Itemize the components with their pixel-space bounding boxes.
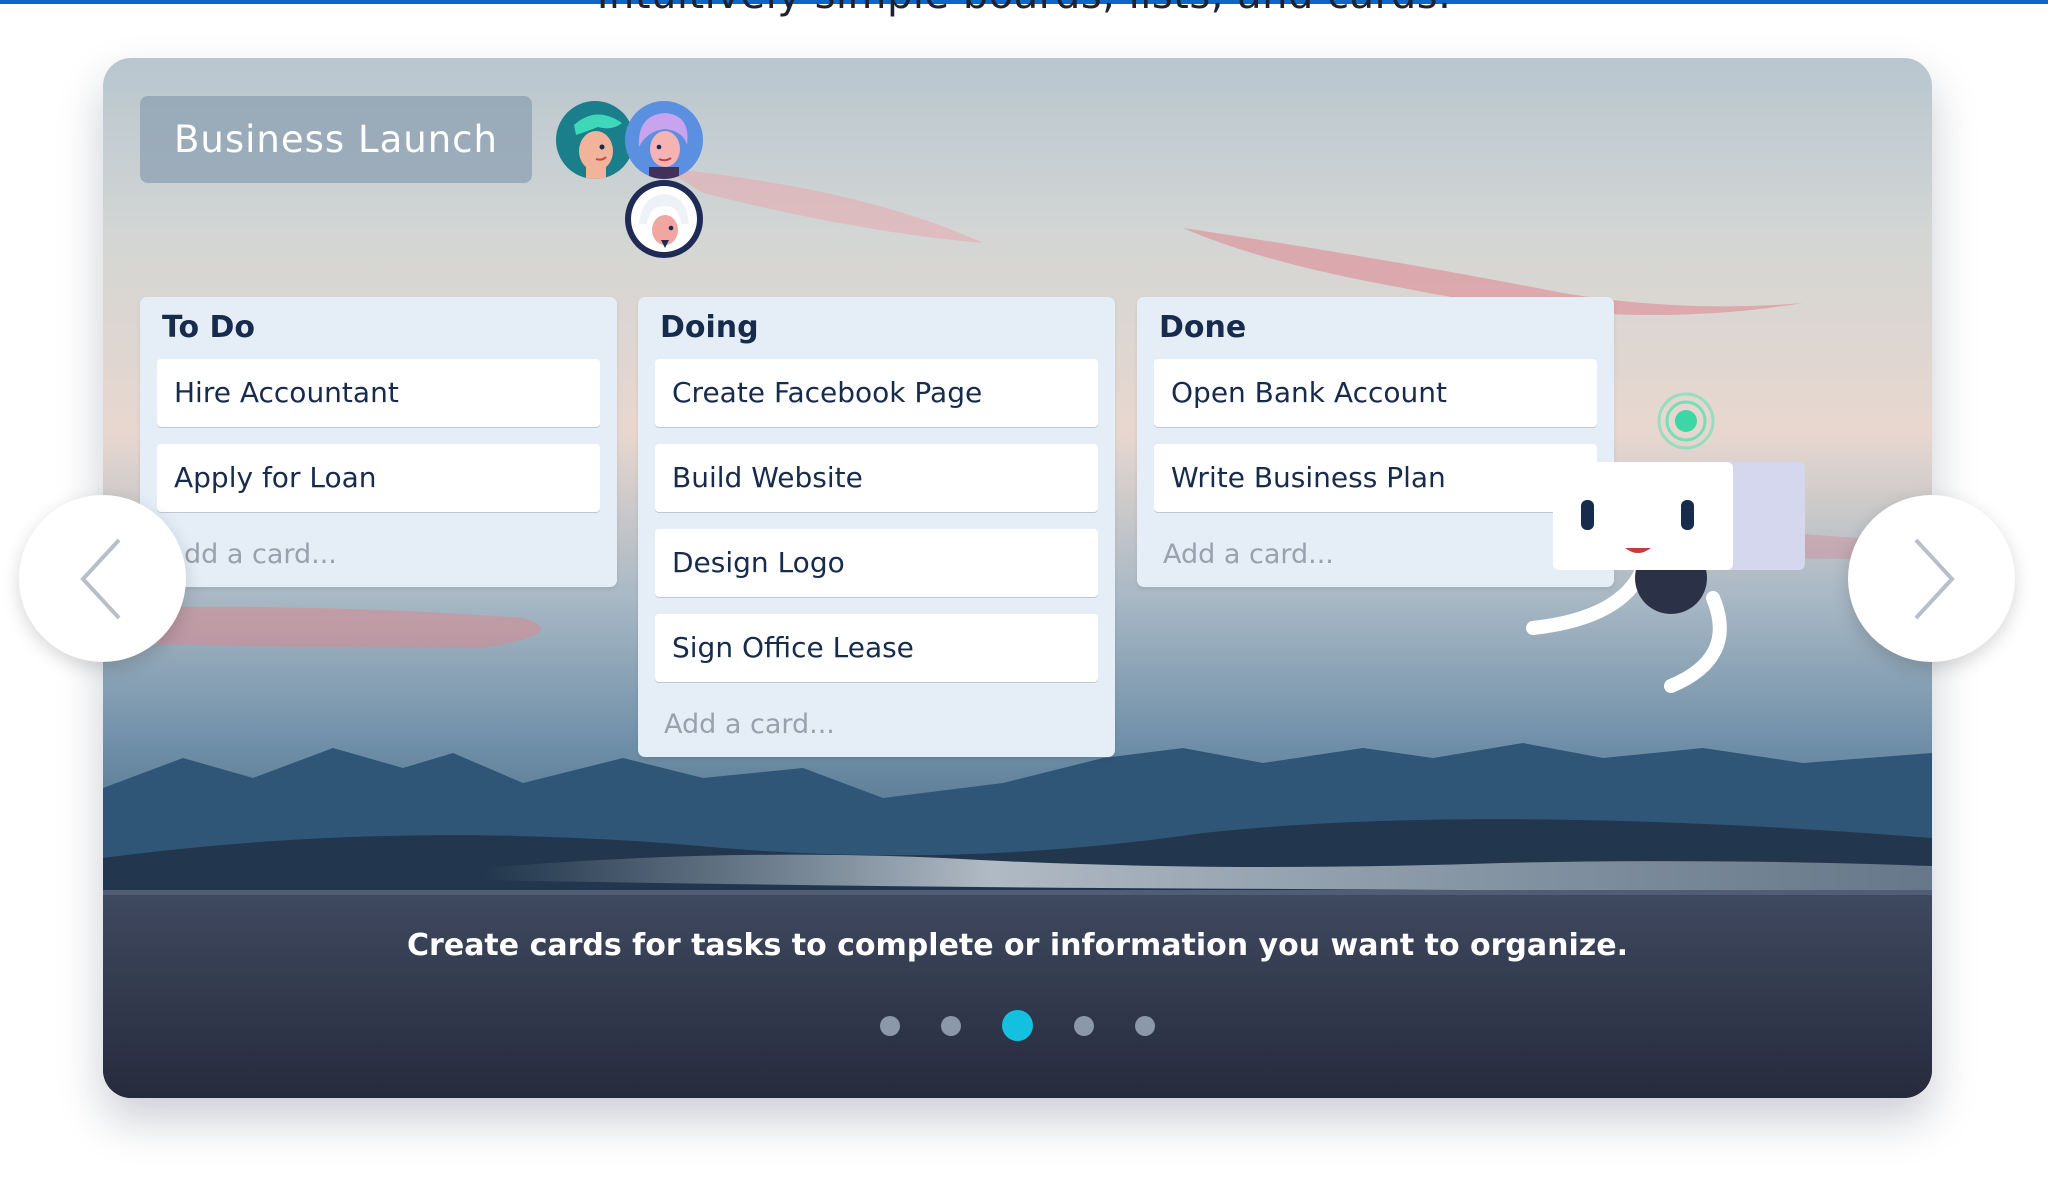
member-avatar-teal[interactable] [556,101,634,179]
card-hire-accountant[interactable]: Hire Accountant [157,359,600,427]
chevron-left-icon [79,538,120,619]
add-card-link[interactable]: Add a card... [638,699,1115,757]
add-card-link[interactable]: Add a card... [140,529,617,587]
pagination-dot-3[interactable] [1002,1010,1033,1041]
teal-hair-avatar-icon [556,101,634,179]
list-title: Doing [660,310,759,345]
list-title: Done [1159,310,1247,345]
card-open-bank-account[interactable]: Open Bank Account [1154,359,1597,427]
member-avatar-purple[interactable] [625,101,703,179]
pagination-dot-2[interactable] [941,1015,961,1036]
card-apply-for-loan[interactable]: Apply for Loan [157,444,600,512]
previous-slide-button[interactable] [19,495,186,662]
pagination-dot-1[interactable] [880,1015,900,1036]
carousel-pagination [103,1010,1932,1041]
board-title[interactable]: Business Launch [140,96,532,183]
card-sign-office-lease[interactable]: Sign Office Lease [655,614,1098,682]
helmet-avatar-icon [625,180,703,258]
card-write-business-plan[interactable]: Write Business Plan [1154,444,1597,512]
board-carousel: Business Launch To Do Hire Accountant Ap… [103,58,1932,1098]
list-done: Done Open Bank Account Write Business Pl… [1137,297,1614,587]
pagination-dot-4[interactable] [1074,1015,1094,1036]
next-slide-button[interactable] [1848,495,2015,662]
chevron-right-icon [1914,538,1955,619]
card-build-website[interactable]: Build Website [655,444,1098,512]
add-card-link[interactable]: Add a card... [1137,529,1614,587]
pagination-dot-5[interactable] [1135,1015,1155,1036]
list-title: To Do [162,310,256,345]
list-doing: Doing Create Facebook Page Build Website… [638,297,1115,757]
member-avatar-helmet[interactable] [625,180,703,258]
slide-caption: Create cards for tasks to complete or in… [407,928,1628,963]
purple-hair-avatar-icon [625,101,703,179]
section-heading: Intuitively simple boards, lists, and ca… [0,0,2048,18]
card-design-logo[interactable]: Design Logo [655,529,1098,597]
list-to-do: To Do Hire Accountant Apply for Loan Add… [140,297,617,587]
card-create-facebook-page[interactable]: Create Facebook Page [655,359,1098,427]
